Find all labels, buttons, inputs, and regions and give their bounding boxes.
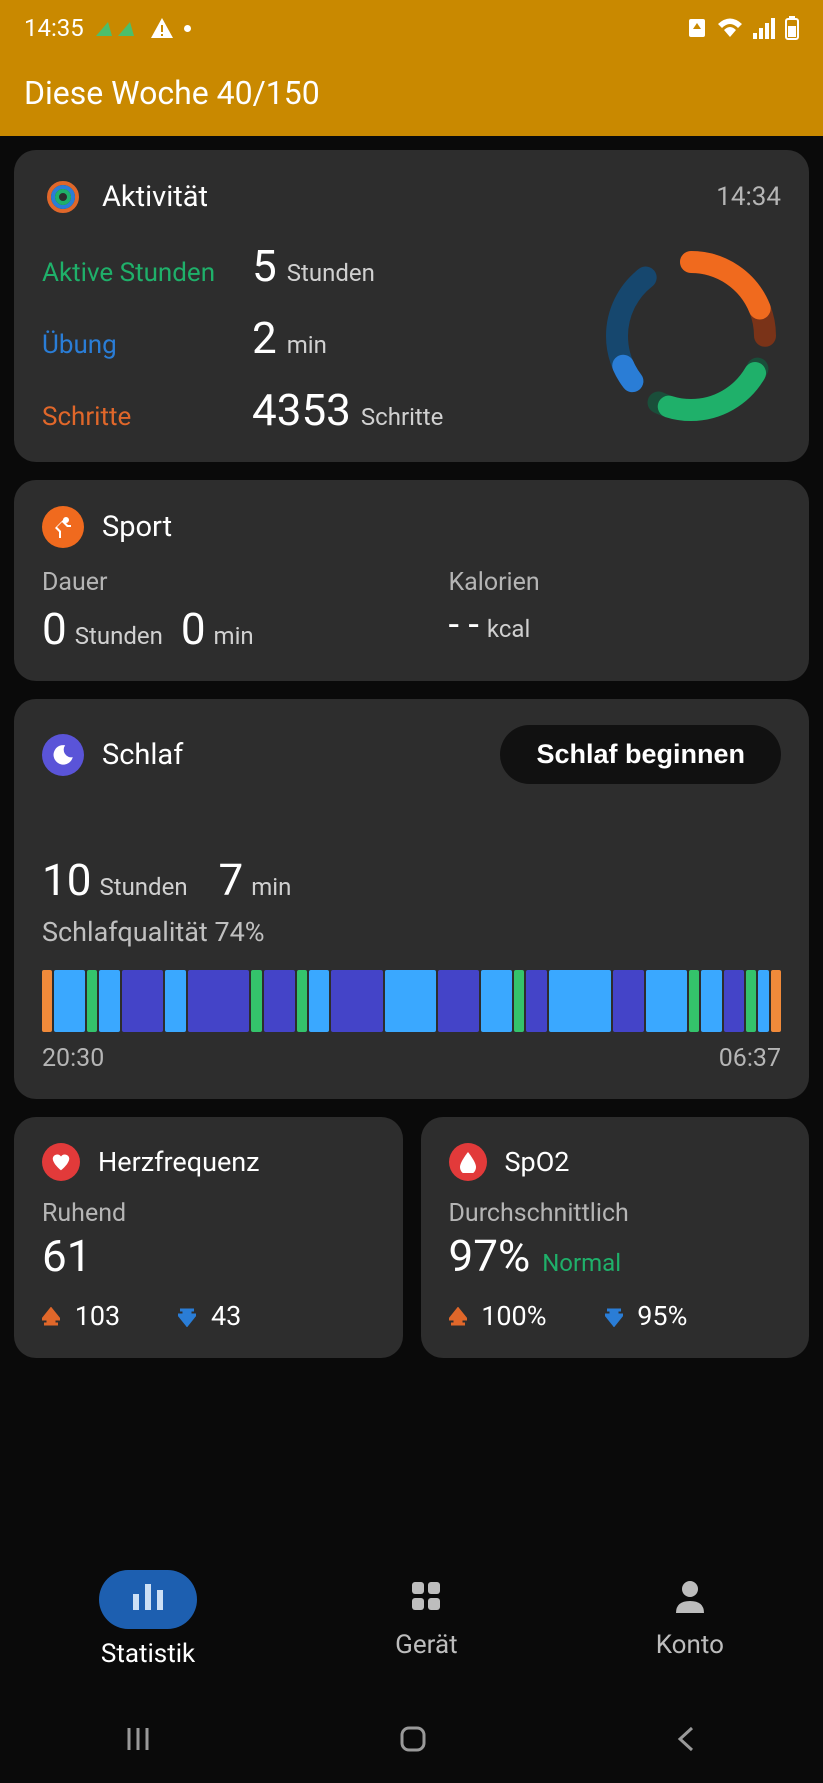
activity-ring-chart (601, 246, 781, 430)
spo2-value: 97%Normal (449, 1230, 782, 1282)
sleep-title: Schlaf (102, 738, 183, 772)
activity-title: Aktivität (102, 180, 208, 214)
heart-low: 43 (178, 1300, 241, 1332)
back-button[interactable] (674, 1724, 700, 1758)
recents-button[interactable] (123, 1724, 153, 1758)
heart-icon (42, 1143, 80, 1181)
spo2-high: 100% (449, 1300, 547, 1332)
sport-title: Sport (102, 510, 172, 544)
heart-title: Herzfrequenz (98, 1146, 260, 1178)
android-nav-bar (0, 1699, 823, 1783)
steps-row: Schritte 4353 Schritte (42, 384, 443, 436)
sport-card[interactable]: Sport Dauer 0Stunden 0min Kalorien - -kc… (14, 480, 809, 681)
home-button[interactable] (398, 1724, 428, 1758)
account-icon (674, 1579, 706, 1620)
activity-rings-icon (42, 176, 84, 218)
nav-geraet[interactable]: Gerät (395, 1579, 457, 1660)
activity-timestamp: 14:34 (716, 182, 781, 212)
warning-icon (150, 17, 174, 39)
sport-calories: Kalorien - -kcal (448, 568, 781, 655)
sleep-quality: Schlafqualität 74% (42, 916, 781, 948)
page-title: Diese Woche 40/150 (24, 74, 320, 112)
nav-konto[interactable]: Konto (656, 1579, 724, 1660)
signal-icon (753, 17, 775, 39)
activity-card[interactable]: Aktivität 14:34 Aktive Stunden 5 Stunden… (14, 150, 809, 462)
week-progress-header[interactable]: Diese Woche 40/150 (0, 56, 823, 136)
moon-icon (42, 734, 84, 776)
bottom-navigation: Statistik Gerät Konto (0, 1539, 823, 1699)
status-time: 14:35 (24, 14, 84, 42)
android-status-bar: 14:35 (0, 0, 823, 56)
stats-icon (99, 1570, 197, 1629)
recycle-icon (687, 17, 707, 39)
sleep-duration: 10Stunden 7min (42, 854, 781, 906)
heart-value: 61 (42, 1230, 375, 1282)
sleep-end-time: 06:37 (719, 1044, 781, 1073)
start-sleep-button[interactable]: Schlaf beginnen (500, 725, 781, 784)
heart-rate-card[interactable]: Herzfrequenz Ruhend 61 103 43 (14, 1117, 403, 1358)
dot-icon (184, 25, 191, 32)
spo2-state-label: Durchschnittlich (449, 1199, 782, 1228)
nav-statistik[interactable]: Statistik (99, 1570, 197, 1669)
sleep-stage-chart (42, 970, 781, 1032)
device-icon (409, 1579, 443, 1620)
heart-high: 103 (42, 1300, 120, 1332)
exercise-row: Übung 2 min (42, 312, 443, 364)
sport-duration: Dauer 0Stunden 0min (42, 568, 254, 655)
sleep-start-time: 20:30 (42, 1044, 104, 1073)
spo2-low: 95% (605, 1300, 688, 1332)
sleep-card[interactable]: Schlaf Schlaf beginnen 10Stunden 7min Sc… (14, 699, 809, 1099)
notification-icon (94, 18, 140, 38)
spo2-card[interactable]: SpO2 Durchschnittlich 97%Normal 100% 95% (421, 1117, 810, 1358)
active-hours-row: Aktive Stunden 5 Stunden (42, 240, 443, 292)
heart-state-label: Ruhend (42, 1199, 375, 1228)
blood-drop-icon (449, 1143, 487, 1181)
spo2-title: SpO2 (505, 1146, 570, 1178)
battery-icon (785, 16, 799, 40)
wifi-icon (717, 17, 743, 39)
sport-icon (42, 506, 84, 548)
